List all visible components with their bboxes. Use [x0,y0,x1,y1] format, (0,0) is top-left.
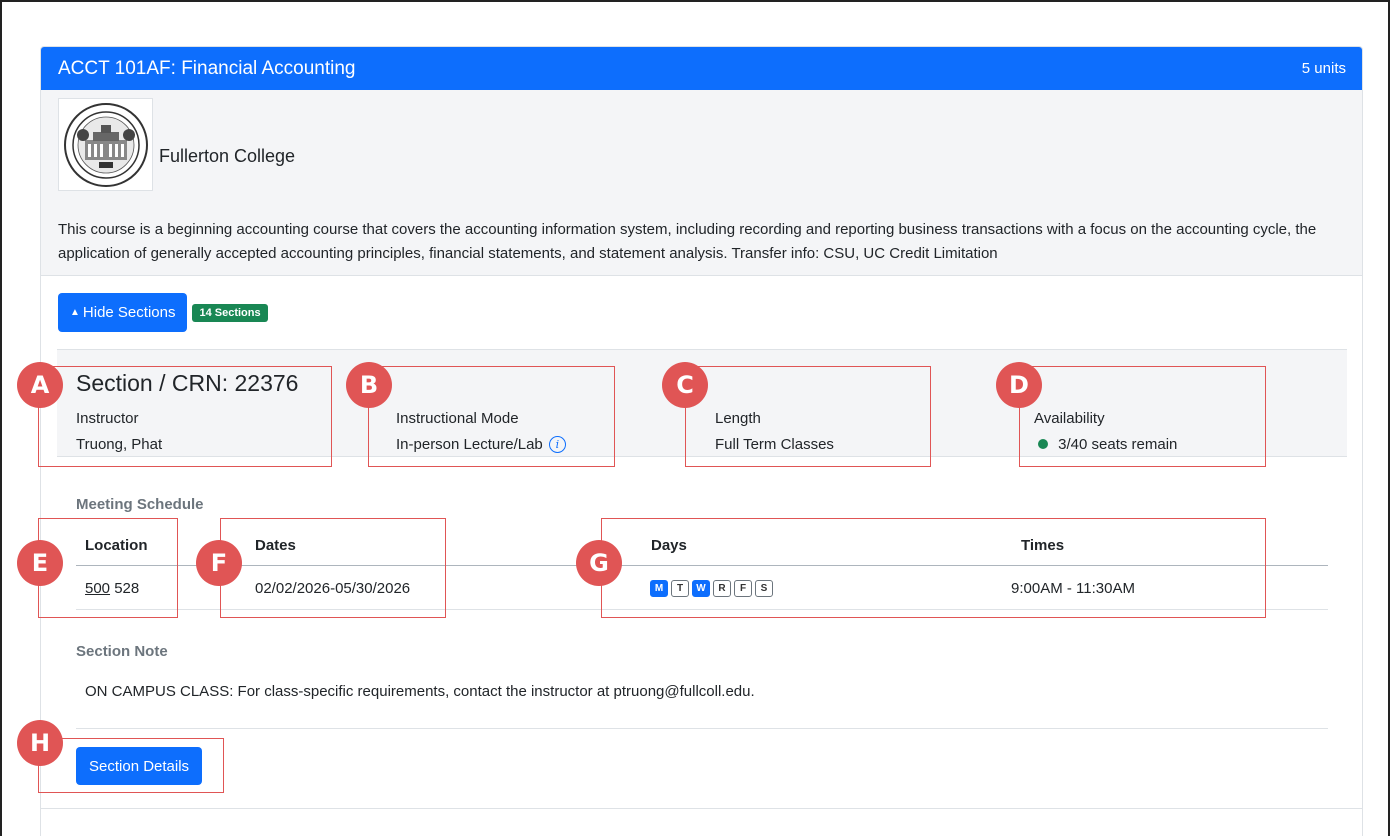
course-units: 5 units [1301,60,1346,77]
college-name: Fullerton College [159,146,296,166]
annotation-marker-f: F [196,540,242,586]
annotation-box-b [368,366,615,467]
annotation-marker-b: B [346,362,392,408]
course-description: This course is a beginning accounting co… [58,221,1317,262]
annotation-box-g [601,518,1266,618]
course-header[interactable]: ACCT 101AF: Financial Accounting 5 units [41,47,1362,90]
annotation-marker-d: D [996,362,1042,408]
section-note-heading: Section Note [76,643,168,660]
annotation-marker-g: G [576,540,622,586]
annotation-marker-e: E [17,540,63,586]
annotation-box-f [220,518,446,618]
sections-count-badge: 14 Sections [192,303,268,322]
annotation-box-a [38,366,332,467]
meeting-schedule-heading: Meeting Schedule [76,496,204,513]
note-divider [76,728,1328,729]
hide-sections-button[interactable]: ▲ Hide Sections [58,293,188,332]
annotation-box-c [685,366,931,467]
annotation-marker-a: A [17,362,63,408]
annotation-box-d [1019,366,1266,467]
annotation-box-h [38,738,224,793]
college-info: Fullerton College This course is a begin… [41,90,1362,276]
hide-sections-label: Hide Sections [82,304,176,321]
annotation-marker-c: C [662,362,708,408]
section-note-text: ON CAMPUS CLASS: For class-specific requ… [85,683,755,700]
caret-up-icon: ▲ [70,307,80,318]
college-seal-logo [58,98,153,191]
annotation-marker-h: H [17,720,63,766]
course-title: ACCT 101AF: Financial Accounting [58,57,356,79]
sections-toggle-row: ▲ Hide Sections 14 Sections [58,293,268,332]
card-bottom-divider [40,808,1363,809]
